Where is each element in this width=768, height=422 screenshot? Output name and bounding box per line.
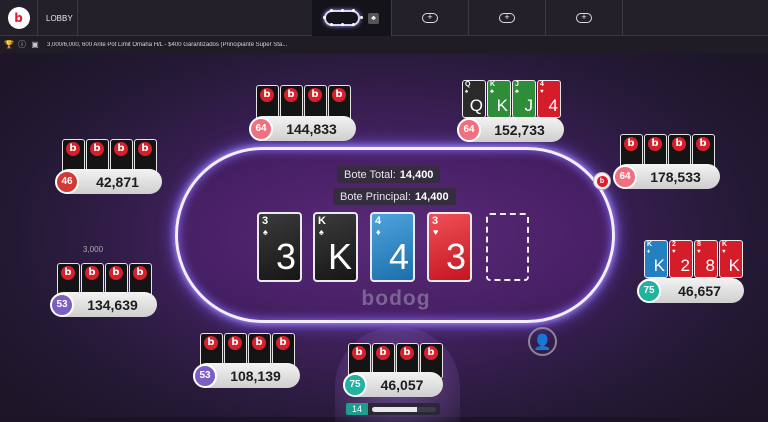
pot-main: Bote Principal: 14,400: [333, 188, 456, 205]
player-level-badge: 53: [193, 363, 217, 388]
player-card: 2 ♥ 2: [669, 240, 693, 278]
card-back-logo-icon: b: [133, 266, 147, 280]
bodog-logo-icon: b: [7, 7, 30, 29]
add-table-tab-3[interactable]: +: [546, 0, 623, 36]
player-chip-count: 108,139: [230, 367, 281, 384]
player-level-badge: 75: [637, 278, 661, 303]
card-back-logo-icon: b: [85, 266, 99, 280]
card-back-logo-icon: b: [109, 266, 123, 280]
cashier-icon[interactable]: ▣: [30, 40, 40, 50]
card-back-logo-icon: b: [90, 142, 104, 156]
player-hand-right-mid: K ♦ K 2 ♥ 2 8 ♥ 8 K ♥ K: [644, 240, 744, 278]
card-back-logo-icon: b: [624, 137, 638, 151]
card-back-logo-icon: b: [114, 142, 128, 156]
add-icon: +: [576, 13, 592, 23]
board-card-4: 3 ♥ 3: [427, 212, 472, 282]
card-back-logo-icon: b: [260, 88, 274, 102]
card-back-logo-icon: b: [66, 142, 80, 156]
player-plate-left-top[interactable]: 46 42,871: [55, 169, 162, 194]
table-thumbnail-icon: [323, 9, 363, 26]
player-level-badge: 53: [50, 292, 74, 317]
trophy-icon[interactable]: 🏆: [4, 40, 14, 50]
player-chip-count: 178,533: [650, 168, 701, 185]
lobby-button[interactable]: LOBBY: [38, 0, 78, 36]
user-avatar-icon[interactable]: 👤: [528, 327, 557, 356]
player-plate-top-center[interactable]: 64 152,733: [457, 117, 564, 142]
player-plate-bottom-left[interactable]: 53 108,139: [193, 363, 300, 388]
card-back-logo-icon: b: [332, 88, 346, 102]
player-plate-left-mid[interactable]: 53 134,639: [50, 292, 157, 317]
player-bet-ghost: 3,000: [83, 245, 104, 254]
player-level-badge: 64: [613, 164, 637, 189]
player-card: J ♣ J: [512, 80, 536, 118]
pot-total: Bote Total: 14,400: [337, 166, 441, 183]
board-card-empty-slot: [486, 213, 529, 281]
add-icon: +: [422, 13, 438, 23]
player-plate-top-left[interactable]: 64 144,833: [249, 116, 356, 141]
player-level-badge: 46: [55, 169, 79, 194]
player-chip-count: 134,639: [87, 296, 138, 313]
card-back-logo-icon: b: [228, 336, 242, 350]
action-timer: 14: [346, 403, 440, 415]
card-back-logo-icon: b: [138, 142, 152, 156]
player-level-badge: 75: [343, 372, 367, 397]
player-card: K ♦ K: [644, 240, 668, 278]
card-back-logo-icon: b: [696, 137, 710, 151]
player-chip-count: 46,657: [678, 282, 721, 299]
card-back-logo-icon: b: [376, 346, 390, 360]
add-table-tab-1[interactable]: +: [392, 0, 469, 36]
card-back-logo-icon: b: [648, 137, 662, 151]
card-back-logo-icon: b: [61, 266, 75, 280]
player-chip-count: 152,733: [494, 121, 545, 138]
player-level-badge: 64: [457, 117, 481, 142]
player-plate-right-mid[interactable]: 75 46,657: [637, 278, 744, 303]
player-plate-right-top[interactable]: 64 178,533: [613, 164, 720, 189]
card-back-logo-icon: b: [424, 346, 438, 360]
card-back-logo-icon: b: [204, 336, 218, 350]
board-card-1: 3 ♠ 3: [257, 212, 302, 282]
top-bar: b LOBBY ♣ + + +: [0, 0, 768, 36]
add-table-tab-2[interactable]: +: [469, 0, 546, 36]
hero-plate[interactable]: 75 46,057: [343, 372, 443, 397]
player-level-badge: 64: [249, 116, 273, 141]
player-chip-count: 46,057: [380, 376, 424, 393]
player-card: K ♥ K: [719, 240, 743, 278]
card-back-logo-icon: b: [252, 336, 266, 350]
suit-icon: ♣: [368, 12, 379, 24]
board-card-3: 4 ♦ 4: [370, 212, 415, 282]
player-card: 8 ♥ 8: [694, 240, 718, 278]
brand-watermark: bodog: [361, 287, 431, 310]
player-card: 4 ♥ 4: [537, 80, 561, 118]
card-back-logo-icon: b: [308, 88, 322, 102]
player-hand-top-center: Q ♠ Q K ♣ K J ♣ J 4 ♥ 4: [462, 80, 562, 118]
dealer-button: b: [593, 172, 611, 190]
player-chip-count: 144,833: [286, 120, 337, 137]
board-card-2: K ♠ K: [313, 212, 358, 282]
add-icon: +: [499, 13, 515, 23]
game-info-bar: 🏆 ⓘ ▣ 3,000/6,000, 600 Ante Pot Limit Om…: [0, 36, 768, 53]
card-back-logo-icon: b: [284, 88, 298, 102]
player-chip-count: 42,871: [96, 173, 139, 190]
card-back-logo-icon: b: [400, 346, 414, 360]
player-card: K ♣ K: [487, 80, 511, 118]
timer-seconds: 14: [346, 403, 368, 415]
timer-bar: [372, 406, 436, 412]
game-name: 3,000/6,000, 600 Ante Pot Limit Omaha H/…: [47, 41, 288, 48]
card-back-logo-icon: b: [352, 346, 366, 360]
timer-fill: [372, 406, 417, 412]
tab-active-table[interactable]: ♣: [312, 0, 392, 36]
player-card: Q ♠ Q: [462, 80, 486, 118]
home-logo-button[interactable]: b: [0, 0, 38, 36]
card-back-logo-icon: b: [276, 336, 290, 350]
info-icon[interactable]: ⓘ: [17, 40, 27, 50]
card-back-logo-icon: b: [672, 137, 686, 151]
